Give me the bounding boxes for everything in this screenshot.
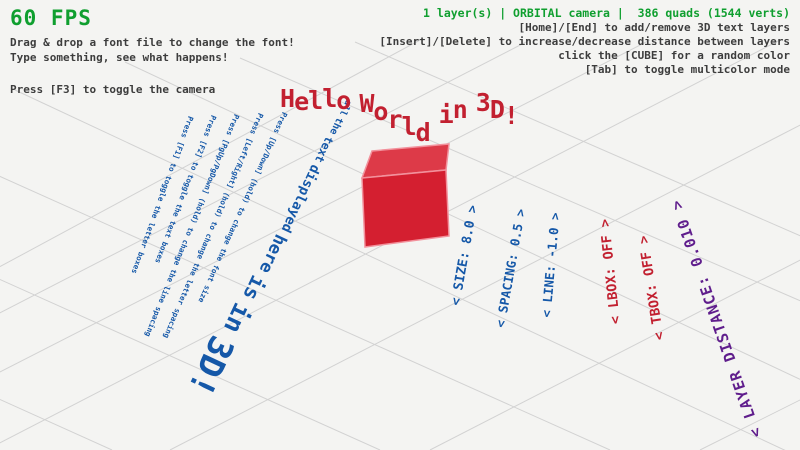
hello-letter: l [308,88,322,113]
distance-hint: [Insert]/[Delete] to increase/decrease d… [379,35,790,49]
hello-letter: D [490,97,504,122]
hello-letter: l [402,114,416,139]
hello-letter: l [322,86,336,111]
hello-letter: i [439,102,453,127]
hello-letter: d [416,120,430,145]
hud-top-left: 60 FPS Drag & drop a font file to change… [10,6,295,97]
cube[interactable] [362,144,449,247]
type-hint: Type something, see what happens! [10,50,295,65]
hello-letter: n [453,97,467,122]
layers-hint: [Home]/[End] to add/remove 3D text layer… [379,21,790,35]
app-window: HelloWorldin3D! allthetextdisplayedherei… [0,0,800,450]
hud-top-right: 1 layer(s) | ORBITAL camera | 386 quads … [379,6,790,77]
fps-counter: 60 FPS [10,6,295,30]
hello-letter [467,86,476,111]
hello-letter: 3 [476,90,490,115]
drag-drop-hint: Drag & drop a font file to change the fo… [10,35,295,50]
hello-letter [350,86,359,111]
cube-front-face[interactable] [362,170,449,247]
camera-toggle-hint: Press [F3] to toggle the camera [10,82,295,97]
hello-letter: e [294,89,308,114]
hello-letter: r [387,107,401,132]
hello-letter [430,86,439,111]
hello-letter: o [336,88,350,113]
hello-letter: o [373,99,387,124]
hello-world-3d-text: HelloWorldin3D! [280,86,518,111]
multicolor-hint: [Tab] to toggle multicolor mode [379,63,790,77]
stats-line: 1 layer(s) | ORBITAL camera | 386 quads … [379,6,790,21]
cube-click-hint: click the [CUBE] for a random color [379,49,790,63]
hello-letter: W [359,91,373,116]
hello-letter: ! [504,103,518,128]
